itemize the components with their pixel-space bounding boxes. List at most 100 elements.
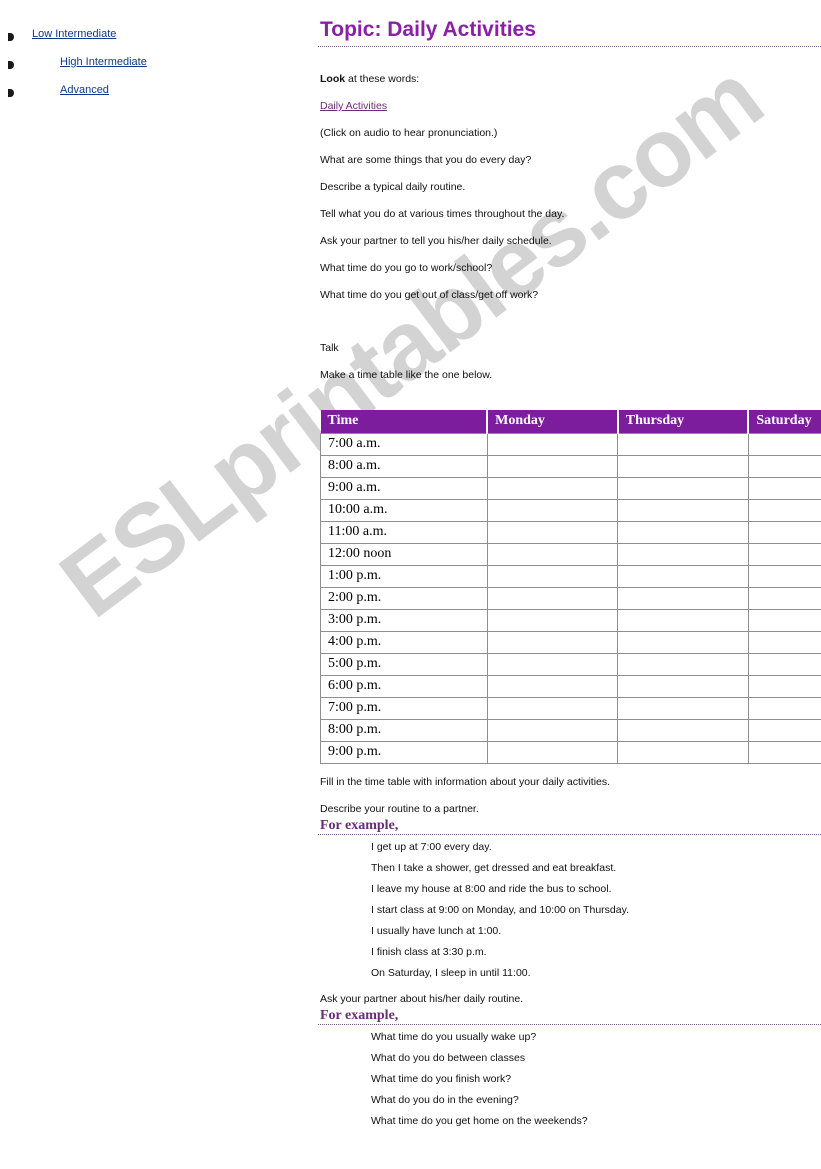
table-row: 10:00 a.m. — [320, 499, 821, 522]
schedule-empty-cell[interactable] — [617, 433, 749, 456]
for-example-divider-2 — [318, 1024, 821, 1025]
schedule-empty-cell[interactable] — [486, 697, 619, 720]
schedule-empty-cell[interactable] — [486, 477, 619, 500]
table-row: 3:00 p.m. — [320, 609, 821, 632]
schedule-time-label: 8:00 p.m. — [320, 719, 488, 742]
for-example-heading-2: For example, — [320, 1008, 399, 1023]
schedule-empty-cell[interactable] — [747, 675, 821, 698]
example-routine-item: I get up at 7:00 every day. — [371, 841, 492, 853]
talk-heading: Talk — [320, 342, 339, 354]
schedule-empty-cell[interactable] — [617, 455, 749, 478]
worksheet-page: ESLprintables.com Low Intermediate High … — [0, 0, 821, 1169]
schedule-empty-cell[interactable] — [617, 499, 749, 522]
table-row: 8:00 p.m. — [320, 719, 821, 742]
sidebar-link-label[interactable]: Low Intermediate — [32, 28, 116, 40]
schedule-time-label: 10:00 a.m. — [320, 499, 488, 522]
schedule-empty-cell[interactable] — [486, 521, 619, 544]
schedule-empty-cell[interactable] — [486, 653, 619, 676]
schedule-time-label: 3:00 p.m. — [320, 609, 488, 632]
schedule-empty-cell[interactable] — [617, 675, 749, 698]
table-row: 2:00 p.m. — [320, 587, 821, 610]
schedule-empty-cell[interactable] — [747, 719, 821, 742]
schedule-empty-cell[interactable] — [617, 609, 749, 632]
schedule-empty-cell[interactable] — [747, 499, 821, 522]
schedule-time-label: 7:00 p.m. — [320, 697, 488, 720]
sidebar-item-high-intermediate[interactable]: High Intermediate — [0, 56, 300, 84]
schedule-empty-cell[interactable] — [486, 587, 619, 610]
schedule-empty-cell[interactable] — [747, 609, 821, 632]
schedule-table-wrapper: Time Monday Thursday Saturday 7:00 a.m. 8… — [320, 410, 821, 764]
example-routine-item: I finish class at 3:30 p.m. — [371, 946, 487, 958]
bullet-icon — [8, 33, 14, 41]
schedule-time-label: 5:00 p.m. — [320, 653, 488, 676]
schedule-empty-cell[interactable] — [617, 565, 749, 588]
prompt-line: What time do you get out of class/get of… — [320, 289, 539, 301]
prompt-line: Ask your partner to tell you his/her dai… — [320, 235, 552, 247]
schedule-empty-cell[interactable] — [617, 521, 749, 544]
example-question-item: What do you do between classes — [371, 1052, 526, 1064]
schedule-time-label: 6:00 p.m. — [320, 675, 488, 698]
schedule-empty-cell[interactable] — [747, 653, 821, 676]
prompt-line: What are some things that you do every d… — [320, 154, 532, 166]
example-routine-item: On Saturday, I sleep in until 11:00. — [371, 967, 531, 979]
schedule-empty-cell[interactable] — [747, 455, 821, 478]
schedule-empty-cell[interactable] — [486, 675, 619, 698]
schedule-empty-cell[interactable] — [486, 609, 619, 632]
schedule-table: Time Monday Thursday Saturday 7:00 a.m. 8… — [320, 410, 821, 764]
schedule-empty-cell[interactable] — [617, 477, 749, 500]
schedule-empty-cell[interactable] — [747, 433, 821, 456]
schedule-empty-cell[interactable] — [747, 477, 821, 500]
schedule-body: 7:00 a.m. 8:00 a.m. 9:00 a.m. 10:00 a.m. 11:… — [320, 433, 821, 764]
main-content: Topic: Daily Activities Look at these wo… — [318, 0, 821, 1128]
fill-in-instruction: Fill in the time table with information … — [320, 776, 611, 788]
schedule-time-label: 2:00 p.m. — [320, 587, 488, 610]
daily-activities-link[interactable]: Daily Activities — [320, 100, 387, 112]
schedule-time-label: 7:00 a.m. — [320, 433, 488, 456]
schedule-empty-cell[interactable] — [617, 587, 749, 610]
sidebar-item-low-intermediate[interactable]: Low Intermediate — [0, 28, 300, 56]
schedule-empty-cell[interactable] — [747, 587, 821, 610]
schedule-empty-cell[interactable] — [747, 697, 821, 720]
schedule-empty-cell[interactable] — [486, 565, 619, 588]
schedule-empty-cell[interactable] — [747, 521, 821, 544]
table-row: 9:00 a.m. — [320, 477, 821, 500]
table-row: 8:00 a.m. — [320, 455, 821, 478]
sidebar-nav: Low Intermediate High Intermediate Advan… — [0, 0, 300, 112]
sidebar-link-label[interactable]: High Intermediate — [60, 56, 147, 68]
bullet-icon — [8, 89, 14, 97]
example-question-item: What do you do in the evening? — [371, 1094, 519, 1106]
example-question-item: What time do you usually wake up? — [371, 1031, 537, 1043]
schedule-empty-cell[interactable] — [617, 543, 749, 566]
schedule-header-saturday: Saturday — [748, 410, 821, 434]
schedule-time-label: 9:00 a.m. — [320, 477, 488, 500]
example-routine-list: I get up at 7:00 every day. Then I take … — [318, 841, 821, 980]
bullet-icon — [8, 61, 14, 69]
look-rest-text: at these words: — [345, 73, 420, 85]
example-questions-list: What time do you usually wake up? What d… — [318, 1031, 821, 1128]
schedule-empty-cell[interactable] — [747, 631, 821, 654]
schedule-empty-cell[interactable] — [747, 741, 821, 764]
schedule-empty-cell[interactable] — [617, 631, 749, 654]
schedule-empty-cell[interactable] — [617, 653, 749, 676]
schedule-empty-cell[interactable] — [617, 719, 749, 742]
schedule-empty-cell[interactable] — [486, 741, 619, 764]
table-row: 12:00 noon — [320, 543, 821, 566]
sidebar-link-label[interactable]: Advanced — [60, 84, 109, 96]
schedule-empty-cell[interactable] — [486, 455, 619, 478]
schedule-empty-cell[interactable] — [617, 741, 749, 764]
schedule-empty-cell[interactable] — [747, 543, 821, 566]
table-row: 5:00 p.m. — [320, 653, 821, 676]
schedule-empty-cell[interactable] — [486, 719, 619, 742]
schedule-time-label: 9:00 p.m. — [320, 741, 488, 764]
schedule-empty-cell[interactable] — [747, 565, 821, 588]
ask-partner-instruction: Ask your partner about his/her daily rou… — [320, 993, 524, 1005]
prompt-line: Describe a typical daily routine. — [320, 181, 466, 193]
schedule-empty-cell[interactable] — [486, 631, 619, 654]
table-row: 11:00 a.m. — [320, 521, 821, 544]
schedule-empty-cell[interactable] — [486, 499, 619, 522]
schedule-empty-cell[interactable] — [486, 433, 619, 456]
schedule-empty-cell[interactable] — [617, 697, 749, 720]
sidebar-item-advanced[interactable]: Advanced — [0, 84, 300, 112]
schedule-empty-cell[interactable] — [486, 543, 619, 566]
example-routine-item: I usually have lunch at 1:00. — [371, 925, 502, 937]
